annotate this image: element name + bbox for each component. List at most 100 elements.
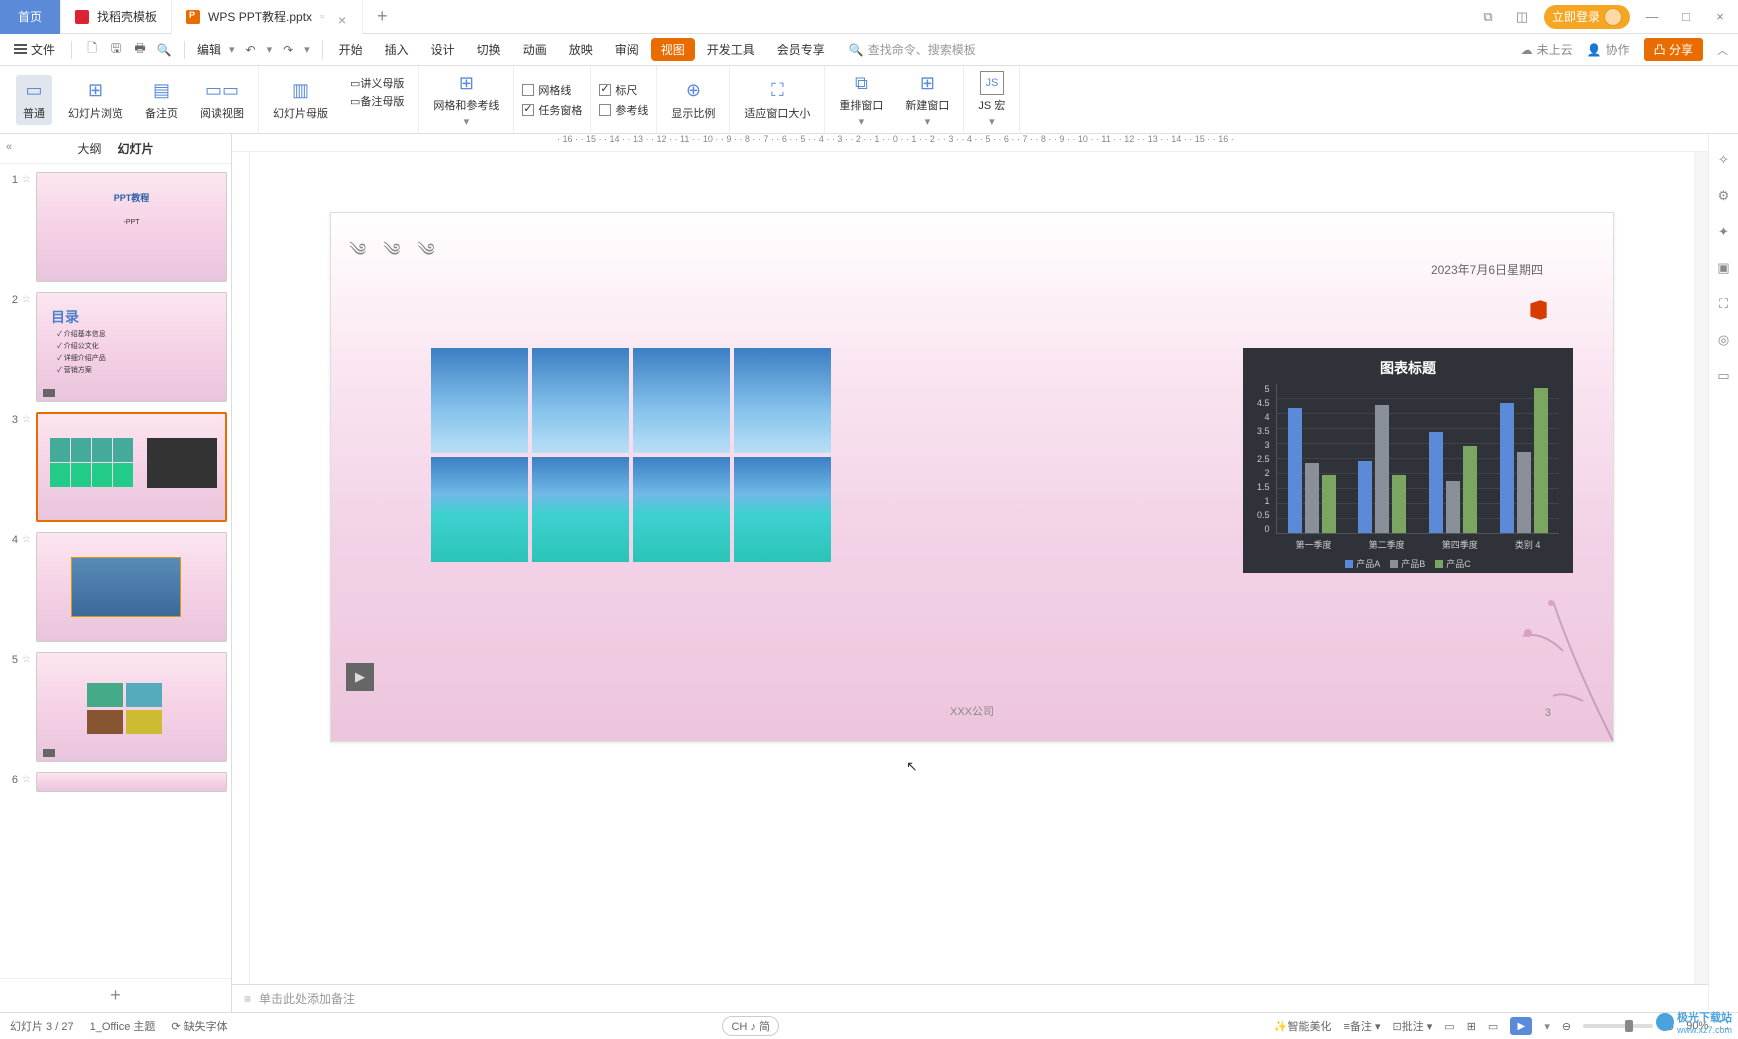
preview-icon[interactable]: 🔍 xyxy=(156,42,172,58)
image-icon[interactable]: ⛶ xyxy=(1719,296,1728,312)
smart-beautify-button[interactable]: ✨智能美化 xyxy=(1274,1018,1332,1034)
rearrange-window-button[interactable]: ⧉重排窗口▾ xyxy=(833,67,889,132)
grid-image[interactable] xyxy=(633,348,730,453)
tab-slideshow[interactable]: 放映 xyxy=(559,35,603,64)
tab-member[interactable]: 会员专享 xyxy=(767,35,835,64)
view-normal-icon[interactable]: ▭ xyxy=(1444,1020,1454,1033)
thumbnail-5[interactable] xyxy=(36,652,227,762)
tab-outline[interactable]: 大纲 xyxy=(77,140,101,157)
tab-review[interactable]: 审阅 xyxy=(605,35,649,64)
missing-fonts[interactable]: ⟳ 缺失字体 xyxy=(171,1018,227,1034)
grid-icon[interactable]: ◫ xyxy=(1510,9,1534,25)
grid-image[interactable] xyxy=(431,457,528,562)
language-indicator[interactable]: CH ♪ 简 xyxy=(722,1016,779,1036)
view-normal-button[interactable]: ▭普通 xyxy=(16,75,52,125)
tab-templates[interactable]: 找稻壳模板 xyxy=(61,0,172,34)
slideshow-play-button[interactable]: ▶ xyxy=(1510,1017,1532,1035)
new-icon[interactable]: 🗋 xyxy=(84,42,100,58)
gridlines-checkbox[interactable]: 网格线 xyxy=(522,82,571,98)
search-input[interactable]: 🔍 查找命令、搜索模板 xyxy=(849,41,976,58)
star-icon[interactable]: ☆ xyxy=(22,652,32,665)
tab-slides[interactable]: 幻灯片 xyxy=(118,140,154,157)
notes-collapse-icon[interactable]: ≡ xyxy=(244,992,251,1006)
ruler-checkbox[interactable]: 标尺 xyxy=(599,82,637,98)
tab-developer[interactable]: 开发工具 xyxy=(697,35,765,64)
close-window-icon[interactable]: × xyxy=(1708,9,1732,24)
view-reading-icon[interactable]: ▭ xyxy=(1488,1020,1498,1033)
redo-icon[interactable]: ↷ xyxy=(280,42,296,58)
task-pane-checkbox[interactable]: 任务窗格 xyxy=(522,102,582,118)
grid-image[interactable] xyxy=(633,457,730,562)
close-icon[interactable]: × xyxy=(338,12,348,22)
slide-master-button[interactable]: ▥幻灯片母版 xyxy=(267,75,334,125)
zoom-ratio-button[interactable]: ⊕显示比例 xyxy=(665,75,721,125)
grid-guides-button[interactable]: ⊞网格和参考线▾ xyxy=(427,67,505,132)
guides-checkbox[interactable]: 参考线 xyxy=(599,102,648,118)
star-icon[interactable]: ☆ xyxy=(22,292,32,305)
collapse-ribbon-icon[interactable]: ︿ xyxy=(1717,42,1728,58)
lecture-master-button[interactable]: ▭讲义母版▭备注母版 xyxy=(344,75,410,125)
save-icon[interactable]: 🖫 xyxy=(108,42,124,58)
tab-home[interactable]: 首页 xyxy=(0,0,61,34)
slide-canvas[interactable]: ༄ ༄ ༄ 2023年7月6日星期四 xyxy=(330,212,1614,742)
notes-toggle[interactable]: ≡备注 ▾ xyxy=(1343,1018,1380,1034)
edit-menu[interactable]: 编辑 xyxy=(197,41,221,58)
star-icon[interactable]: ☆ xyxy=(22,172,32,185)
grid-image[interactable] xyxy=(734,348,831,453)
book-icon[interactable]: ▭ xyxy=(1717,368,1729,384)
zoom-out-icon[interactable]: ⊖ xyxy=(1562,1020,1571,1033)
file-menu[interactable]: 文件 xyxy=(10,41,59,58)
thumbnail-list[interactable]: 1 ☆ PPT教程 -PPT 2 ☆ 目录 ✓ 介绍基本信息 ✓ 介绍公文化 ✓… xyxy=(0,164,231,978)
tab-transition[interactable]: 切换 xyxy=(467,35,511,64)
tab-document[interactable]: WPS PPT教程.pptx ▫ × xyxy=(172,0,363,34)
grid-image[interactable] xyxy=(431,348,528,453)
new-tab-button[interactable]: + xyxy=(363,6,402,27)
js-macro-button[interactable]: JSJS 宏▾ xyxy=(972,67,1011,132)
star-icon[interactable]: ☆ xyxy=(22,532,32,545)
collab-button[interactable]: 👤协作 xyxy=(1587,41,1630,58)
zoom-slider[interactable] xyxy=(1583,1024,1653,1028)
notes-bar[interactable]: ≡ 单击此处添加备注 xyxy=(232,984,1708,1012)
view-reading-button[interactable]: ▭▭阅读视图 xyxy=(194,75,250,125)
grid-image[interactable] xyxy=(532,457,629,562)
image-grid[interactable] xyxy=(431,348,831,562)
grid-image[interactable] xyxy=(734,457,831,562)
login-button[interactable]: 立即登录 xyxy=(1544,5,1630,29)
layout-icon[interactable]: ⧉ xyxy=(1476,9,1500,25)
vertical-scrollbar[interactable] xyxy=(1694,152,1708,984)
thumbnail-6[interactable] xyxy=(36,772,227,792)
tab-animation[interactable]: 动画 xyxy=(513,35,557,64)
thumbnail-3[interactable] xyxy=(36,412,227,522)
star-icon[interactable]: ☆ xyxy=(22,772,32,785)
comments-toggle[interactable]: ⊡批注 ▾ xyxy=(1392,1018,1432,1034)
maximize-icon[interactable]: □ xyxy=(1674,9,1698,24)
tab-design[interactable]: 设计 xyxy=(421,35,465,64)
view-sorter-icon[interactable]: ⊞ xyxy=(1467,1020,1476,1033)
new-window-button[interactable]: ⊞新建窗口▾ xyxy=(899,67,955,132)
slide-viewport[interactable]: ༄ ༄ ༄ 2023年7月6日星期四 xyxy=(250,152,1694,984)
thumbnail-1[interactable]: PPT教程 -PPT xyxy=(36,172,227,282)
theme-name[interactable]: 1_Office 主题 xyxy=(90,1018,156,1034)
rocket-icon[interactable]: ✧ xyxy=(1718,152,1729,168)
tab-view[interactable]: 视图 xyxy=(651,38,695,61)
collapse-panel-icon[interactable]: « xyxy=(6,141,12,153)
star-icon[interactable]: ☆ xyxy=(22,412,32,425)
fit-window-button[interactable]: ⛶适应窗口大小 xyxy=(738,75,816,125)
settings-icon[interactable]: ⚙ xyxy=(1718,188,1730,204)
sparkle-icon[interactable]: ✦ xyxy=(1718,224,1729,240)
thumbnail-2[interactable]: 目录 ✓ 介绍基本信息 ✓ 介绍公文化 ✓ 详细介绍产品 ✓ 营销方案 xyxy=(36,292,227,402)
view-notes-page-button[interactable]: ▤备注页 xyxy=(139,75,184,125)
tab-insert[interactable]: 插入 xyxy=(375,35,419,64)
tab-start[interactable]: 开始 xyxy=(329,35,373,64)
share-button[interactable]: 凸 分享 xyxy=(1644,38,1703,61)
cloud-button[interactable]: ☁未上云 xyxy=(1521,41,1573,58)
chart[interactable]: 图表标题 54.543.532.521.510.50 第一季度第二季度第四季度类… xyxy=(1243,348,1573,573)
tab-menu-icon[interactable]: ▫ xyxy=(320,11,324,23)
grid-image[interactable] xyxy=(532,348,629,453)
layers-icon[interactable]: ▣ xyxy=(1717,260,1729,276)
add-slide-button[interactable]: + xyxy=(0,978,231,1012)
location-icon[interactable]: ◎ xyxy=(1718,332,1729,348)
minimize-icon[interactable]: — xyxy=(1640,9,1664,24)
play-media-icon[interactable]: ▶ xyxy=(346,663,374,691)
view-slide-browse-button[interactable]: ⊞幻灯片浏览 xyxy=(62,75,129,125)
